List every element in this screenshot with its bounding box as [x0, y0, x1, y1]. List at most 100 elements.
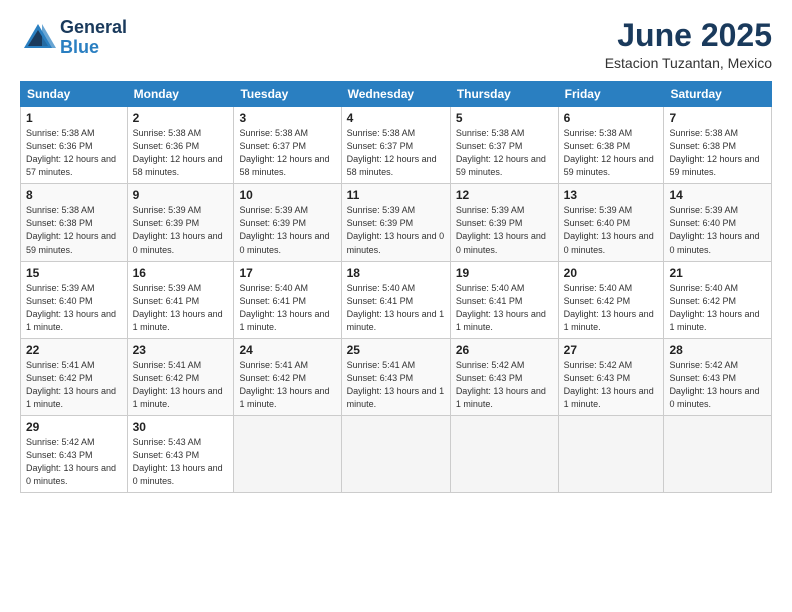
- weekday-header-sunday: Sunday: [21, 82, 128, 107]
- day-number: 4: [347, 111, 445, 125]
- calendar-cell: 15 Sunrise: 5:39 AMSunset: 6:40 PMDaylig…: [21, 261, 128, 338]
- day-number: 29: [26, 420, 122, 434]
- day-number: 9: [133, 188, 229, 202]
- day-number: 16: [133, 266, 229, 280]
- day-info: Sunrise: 5:42 AMSunset: 6:43 PMDaylight:…: [669, 360, 759, 409]
- day-info: Sunrise: 5:41 AMSunset: 6:43 PMDaylight:…: [347, 360, 445, 409]
- calendar-cell: 23 Sunrise: 5:41 AMSunset: 6:42 PMDaylig…: [127, 338, 234, 415]
- day-number: 23: [133, 343, 229, 357]
- day-number: 3: [239, 111, 335, 125]
- header: General Blue June 2025 Estacion Tuzantan…: [20, 18, 772, 71]
- calendar-cell: 28 Sunrise: 5:42 AMSunset: 6:43 PMDaylig…: [664, 338, 772, 415]
- calendar-cell: 19 Sunrise: 5:40 AMSunset: 6:41 PMDaylig…: [450, 261, 558, 338]
- day-number: 7: [669, 111, 766, 125]
- day-number: 20: [564, 266, 659, 280]
- calendar-cell: 1 Sunrise: 5:38 AMSunset: 6:36 PMDayligh…: [21, 107, 128, 184]
- day-info: Sunrise: 5:39 AMSunset: 6:41 PMDaylight:…: [133, 283, 223, 332]
- calendar-cell: 16 Sunrise: 5:39 AMSunset: 6:41 PMDaylig…: [127, 261, 234, 338]
- day-info: Sunrise: 5:39 AMSunset: 6:40 PMDaylight:…: [564, 205, 654, 254]
- day-number: 26: [456, 343, 553, 357]
- day-number: 11: [347, 188, 445, 202]
- day-number: 28: [669, 343, 766, 357]
- weekday-header-row: SundayMondayTuesdayWednesdayThursdayFrid…: [21, 82, 772, 107]
- day-info: Sunrise: 5:42 AMSunset: 6:43 PMDaylight:…: [564, 360, 654, 409]
- calendar-cell: 22 Sunrise: 5:41 AMSunset: 6:42 PMDaylig…: [21, 338, 128, 415]
- calendar-cell: 6 Sunrise: 5:38 AMSunset: 6:38 PMDayligh…: [558, 107, 664, 184]
- calendar-cell: 11 Sunrise: 5:39 AMSunset: 6:39 PMDaylig…: [341, 184, 450, 261]
- day-number: 12: [456, 188, 553, 202]
- weekday-header-wednesday: Wednesday: [341, 82, 450, 107]
- calendar-cell: 20 Sunrise: 5:40 AMSunset: 6:42 PMDaylig…: [558, 261, 664, 338]
- day-info: Sunrise: 5:41 AMSunset: 6:42 PMDaylight:…: [239, 360, 329, 409]
- calendar-cell: 29 Sunrise: 5:42 AMSunset: 6:43 PMDaylig…: [21, 415, 128, 492]
- day-number: 10: [239, 188, 335, 202]
- day-number: 5: [456, 111, 553, 125]
- day-info: Sunrise: 5:43 AMSunset: 6:43 PMDaylight:…: [133, 437, 223, 486]
- calendar-cell: [341, 415, 450, 492]
- calendar-cell: 24 Sunrise: 5:41 AMSunset: 6:42 PMDaylig…: [234, 338, 341, 415]
- day-info: Sunrise: 5:39 AMSunset: 6:39 PMDaylight:…: [239, 205, 329, 254]
- calendar-cell: 4 Sunrise: 5:38 AMSunset: 6:37 PMDayligh…: [341, 107, 450, 184]
- day-number: 13: [564, 188, 659, 202]
- calendar-cell: 27 Sunrise: 5:42 AMSunset: 6:43 PMDaylig…: [558, 338, 664, 415]
- day-number: 8: [26, 188, 122, 202]
- logo-line2: Blue: [60, 38, 127, 58]
- calendar-week-5: 29 Sunrise: 5:42 AMSunset: 6:43 PMDaylig…: [21, 415, 772, 492]
- calendar-cell: 7 Sunrise: 5:38 AMSunset: 6:38 PMDayligh…: [664, 107, 772, 184]
- calendar-cell: 26 Sunrise: 5:42 AMSunset: 6:43 PMDaylig…: [450, 338, 558, 415]
- day-number: 27: [564, 343, 659, 357]
- month-title: June 2025: [605, 18, 772, 53]
- day-info: Sunrise: 5:42 AMSunset: 6:43 PMDaylight:…: [26, 437, 116, 486]
- calendar-cell: [450, 415, 558, 492]
- day-info: Sunrise: 5:39 AMSunset: 6:39 PMDaylight:…: [347, 205, 445, 254]
- calendar-week-2: 8 Sunrise: 5:38 AMSunset: 6:38 PMDayligh…: [21, 184, 772, 261]
- weekday-header-monday: Monday: [127, 82, 234, 107]
- day-number: 30: [133, 420, 229, 434]
- day-info: Sunrise: 5:39 AMSunset: 6:40 PMDaylight:…: [669, 205, 759, 254]
- day-info: Sunrise: 5:39 AMSunset: 6:39 PMDaylight:…: [456, 205, 546, 254]
- title-block: June 2025 Estacion Tuzantan, Mexico: [605, 18, 772, 71]
- page: General Blue June 2025 Estacion Tuzantan…: [0, 0, 792, 612]
- calendar-cell: 9 Sunrise: 5:39 AMSunset: 6:39 PMDayligh…: [127, 184, 234, 261]
- day-number: 22: [26, 343, 122, 357]
- logo: General Blue: [20, 18, 127, 58]
- calendar-table: SundayMondayTuesdayWednesdayThursdayFrid…: [20, 81, 772, 493]
- day-info: Sunrise: 5:41 AMSunset: 6:42 PMDaylight:…: [26, 360, 116, 409]
- weekday-header-thursday: Thursday: [450, 82, 558, 107]
- weekday-header-saturday: Saturday: [664, 82, 772, 107]
- day-number: 1: [26, 111, 122, 125]
- day-number: 19: [456, 266, 553, 280]
- day-info: Sunrise: 5:38 AMSunset: 6:37 PMDaylight:…: [347, 128, 437, 177]
- calendar-cell: 13 Sunrise: 5:39 AMSunset: 6:40 PMDaylig…: [558, 184, 664, 261]
- calendar-cell: 12 Sunrise: 5:39 AMSunset: 6:39 PMDaylig…: [450, 184, 558, 261]
- day-number: 17: [239, 266, 335, 280]
- day-info: Sunrise: 5:40 AMSunset: 6:42 PMDaylight:…: [564, 283, 654, 332]
- day-info: Sunrise: 5:40 AMSunset: 6:41 PMDaylight:…: [239, 283, 329, 332]
- calendar-cell: 5 Sunrise: 5:38 AMSunset: 6:37 PMDayligh…: [450, 107, 558, 184]
- calendar-cell: 3 Sunrise: 5:38 AMSunset: 6:37 PMDayligh…: [234, 107, 341, 184]
- day-info: Sunrise: 5:38 AMSunset: 6:36 PMDaylight:…: [133, 128, 223, 177]
- calendar-week-3: 15 Sunrise: 5:39 AMSunset: 6:40 PMDaylig…: [21, 261, 772, 338]
- day-info: Sunrise: 5:38 AMSunset: 6:38 PMDaylight:…: [26, 205, 116, 254]
- calendar-cell: 18 Sunrise: 5:40 AMSunset: 6:41 PMDaylig…: [341, 261, 450, 338]
- location: Estacion Tuzantan, Mexico: [605, 55, 772, 71]
- calendar-cell: 21 Sunrise: 5:40 AMSunset: 6:42 PMDaylig…: [664, 261, 772, 338]
- calendar-cell: [664, 415, 772, 492]
- day-number: 6: [564, 111, 659, 125]
- day-info: Sunrise: 5:40 AMSunset: 6:41 PMDaylight:…: [456, 283, 546, 332]
- calendar-cell: 10 Sunrise: 5:39 AMSunset: 6:39 PMDaylig…: [234, 184, 341, 261]
- day-number: 14: [669, 188, 766, 202]
- calendar-cell: [234, 415, 341, 492]
- day-info: Sunrise: 5:38 AMSunset: 6:37 PMDaylight:…: [239, 128, 329, 177]
- calendar-cell: [558, 415, 664, 492]
- weekday-header-tuesday: Tuesday: [234, 82, 341, 107]
- logo-icon: [20, 20, 56, 56]
- calendar-cell: 2 Sunrise: 5:38 AMSunset: 6:36 PMDayligh…: [127, 107, 234, 184]
- day-info: Sunrise: 5:38 AMSunset: 6:36 PMDaylight:…: [26, 128, 116, 177]
- day-info: Sunrise: 5:38 AMSunset: 6:37 PMDaylight:…: [456, 128, 546, 177]
- calendar-cell: 14 Sunrise: 5:39 AMSunset: 6:40 PMDaylig…: [664, 184, 772, 261]
- day-number: 21: [669, 266, 766, 280]
- day-info: Sunrise: 5:38 AMSunset: 6:38 PMDaylight:…: [669, 128, 759, 177]
- calendar-week-4: 22 Sunrise: 5:41 AMSunset: 6:42 PMDaylig…: [21, 338, 772, 415]
- day-info: Sunrise: 5:42 AMSunset: 6:43 PMDaylight:…: [456, 360, 546, 409]
